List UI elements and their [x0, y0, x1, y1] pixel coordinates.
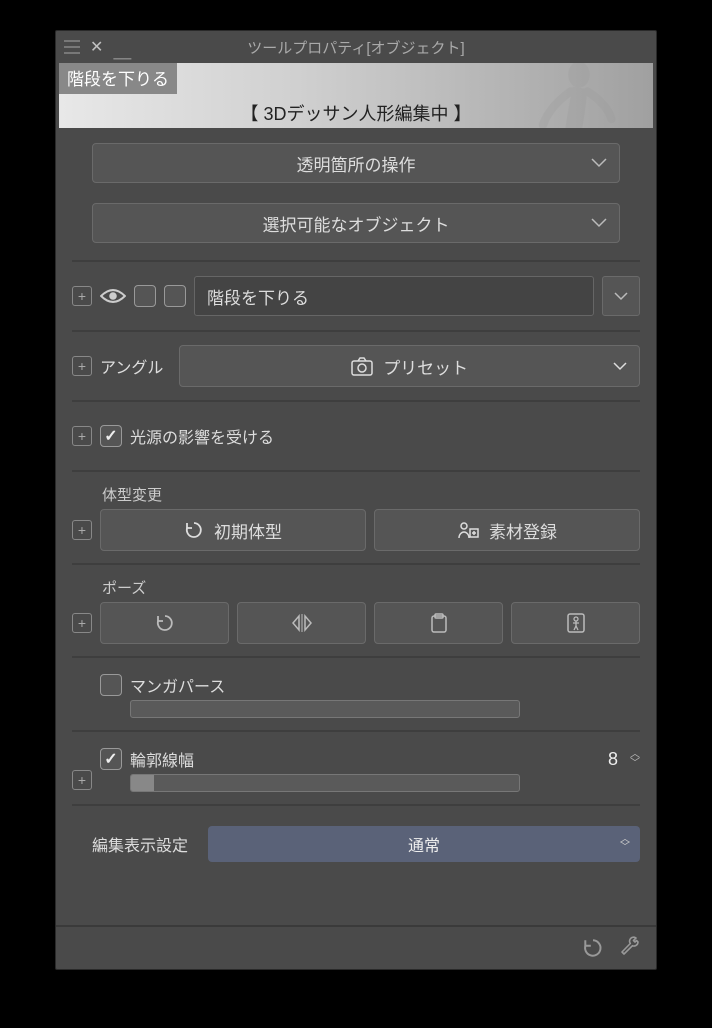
outline-width-row: + 輪郭線幅 8 ︿ ﹀ — [72, 744, 640, 792]
pose-body-button[interactable] — [511, 602, 640, 644]
pose-paste-button[interactable] — [374, 602, 503, 644]
outline-label: 輪郭線幅 — [130, 747, 194, 771]
light-checkbox[interactable] — [100, 425, 122, 447]
divider — [72, 470, 640, 472]
expand-button[interactable]: + — [72, 613, 92, 633]
outline-checkbox[interactable] — [100, 748, 122, 770]
reset-icon — [582, 937, 604, 959]
expand-button[interactable]: + — [72, 520, 92, 540]
select-checkbox[interactable] — [164, 285, 186, 307]
preset-button[interactable]: プリセット — [179, 345, 640, 387]
object-name-text: 階段を下りる — [207, 284, 309, 309]
register-material-button[interactable]: 素材登録 — [374, 509, 640, 551]
divider — [72, 730, 640, 732]
manga-perspective-checkbox[interactable] — [100, 674, 122, 696]
outline-stepper[interactable]: ︿ ﹀ — [630, 750, 640, 768]
selectable-object-label: 選択可能なオブジェクト — [263, 211, 450, 236]
angle-row: + アングル プリセット — [72, 344, 640, 388]
tool-property-panel: ✕ ＿ ツールプロパティ[オブジェクト] 階段を下りる 【 3Dデッサン人形編集… — [55, 30, 657, 970]
clipboard-icon — [430, 613, 448, 633]
outline-value: 8 — [598, 749, 618, 770]
pose-reset-button[interactable] — [100, 602, 229, 644]
divider — [72, 563, 640, 565]
register-icon — [457, 520, 479, 540]
panel-title: ツールプロパティ[オブジェクト] — [247, 37, 464, 58]
menu-icon[interactable] — [64, 40, 80, 54]
expand-button[interactable]: + — [72, 286, 92, 306]
divider — [72, 260, 640, 262]
light-label: 光源の影響を受ける — [130, 424, 274, 448]
divider — [72, 804, 640, 806]
chevron-down-icon: ﹀ — [630, 759, 640, 768]
chevron-down-icon — [591, 218, 607, 228]
divider — [72, 656, 640, 658]
manga-perspective-slider[interactable] — [130, 700, 520, 718]
flip-horizontal-icon — [291, 614, 313, 632]
reset-all-button[interactable] — [582, 937, 604, 959]
object-row: + 階段を下りる — [72, 274, 640, 318]
preview-tag: 階段を下りる — [59, 63, 177, 94]
reset-icon — [155, 613, 175, 633]
body-type-section: 体型変更 + 初期体型 素材登録 — [72, 484, 640, 551]
initial-body-type-label: 初期体型 — [214, 518, 282, 543]
minimize-icon[interactable]: ＿ — [113, 37, 131, 63]
pose-section: ポーズ + — [72, 577, 640, 644]
figure-silhouette-icon — [513, 63, 633, 128]
reset-icon — [184, 520, 204, 540]
manga-perspective-label: マンガパース — [130, 673, 225, 697]
lock-checkbox[interactable] — [134, 285, 156, 307]
expand-button[interactable]: + — [72, 770, 92, 790]
edit-display-select[interactable]: 通常 ︿﹀ — [208, 826, 640, 862]
angle-label: アングル — [100, 354, 163, 378]
edit-display-value: 通常 — [408, 832, 440, 856]
register-material-label: 素材登録 — [489, 518, 557, 543]
body-type-section-label: 体型変更 — [102, 484, 640, 505]
close-icon[interactable]: ✕ — [90, 37, 103, 57]
wrench-icon — [618, 936, 642, 960]
selectable-object-dropdown[interactable]: 選択可能なオブジェクト — [92, 203, 620, 243]
outline-slider[interactable] — [130, 774, 520, 792]
object-name-field[interactable]: 階段を下りる — [194, 276, 594, 316]
preview-caption: 【 3Dデッサン人形編集中 】 — [240, 100, 471, 126]
transparent-operation-dropdown[interactable]: 透明箇所の操作 — [92, 143, 620, 183]
chevron-down-icon — [613, 362, 627, 371]
camera-icon — [351, 356, 373, 376]
transparent-operation-label: 透明箇所の操作 — [297, 151, 416, 176]
divider — [72, 400, 640, 402]
panel-footer — [56, 925, 656, 969]
pose-flip-button[interactable] — [237, 602, 366, 644]
select-stepper-icon: ︿﹀ — [620, 836, 630, 852]
expand-button[interactable]: + — [72, 426, 92, 446]
light-row: + 光源の影響を受ける — [72, 414, 640, 458]
chevron-down-icon — [591, 158, 607, 168]
preset-button-label: プリセット — [383, 354, 468, 379]
divider — [72, 330, 640, 332]
edit-display-row: 編集表示設定 通常 ︿﹀ — [72, 826, 640, 862]
settings-button[interactable] — [618, 936, 642, 960]
pose-section-label: ポーズ — [102, 577, 640, 598]
edit-display-label: 編集表示設定 — [92, 832, 188, 856]
body-icon — [567, 613, 585, 633]
expand-button[interactable]: + — [72, 356, 92, 376]
initial-body-type-button[interactable]: 初期体型 — [100, 509, 366, 551]
manga-perspective-row: マンガパース — [72, 670, 640, 718]
titlebar: ✕ ＿ ツールプロパティ[オブジェクト] — [56, 31, 656, 63]
preview-thumbnail: 階段を下りる 【 3Dデッサン人形編集中 】 — [59, 63, 653, 128]
visibility-eye-icon[interactable] — [100, 285, 126, 307]
object-dropdown-button[interactable] — [602, 276, 640, 316]
